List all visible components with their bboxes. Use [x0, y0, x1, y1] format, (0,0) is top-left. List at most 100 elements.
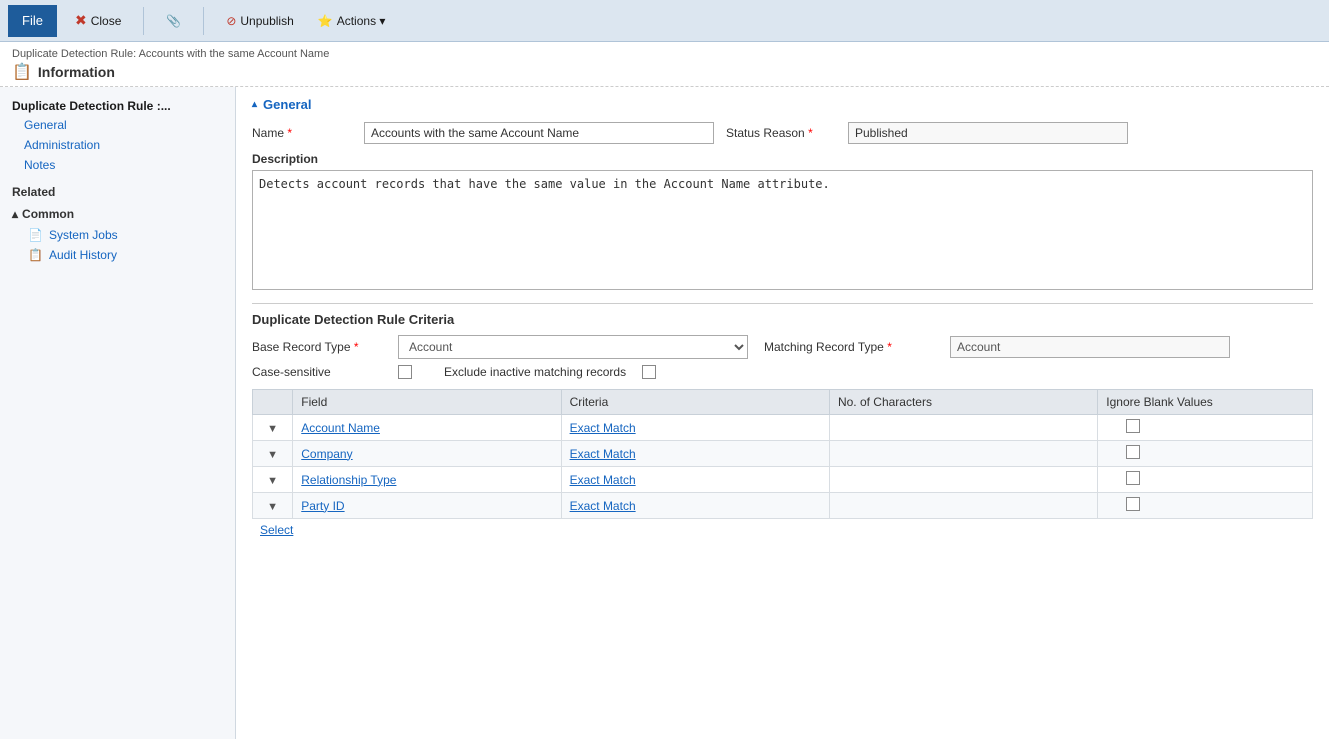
sidebar-rule-title: Duplicate Detection Rule :... [0, 95, 235, 115]
row-field: Company [293, 441, 561, 467]
ignore-blank-checkbox[interactable] [1126, 471, 1140, 485]
ignore-blank-checkbox[interactable] [1126, 497, 1140, 511]
exclude-inactive-label: Exclude inactive matching records [444, 365, 626, 379]
unpublish-button[interactable]: ⊘ Unpublish [220, 12, 299, 30]
col-header-chevron [253, 390, 293, 415]
close-icon: ✖ [75, 12, 87, 29]
row-field: Party ID [293, 493, 561, 519]
separator-2 [203, 7, 204, 35]
row-criteria: Exact Match [561, 493, 829, 519]
audit-history-icon: 📋 [28, 248, 43, 262]
common-collapse-icon: ▴ [12, 207, 18, 221]
system-jobs-icon: 📄 [28, 228, 43, 242]
row-expand-btn[interactable]: ▼ [267, 449, 278, 461]
page-title: Information [38, 64, 115, 80]
criteria-title: Duplicate Detection Rule Criteria [252, 303, 1313, 327]
ignore-blank-checkbox[interactable] [1126, 419, 1140, 433]
col-header-field: Field [293, 390, 561, 415]
status-reason-input[interactable] [848, 122, 1128, 144]
description-textarea[interactable]: Detects account records that have the sa… [252, 170, 1313, 290]
toolbar: File ✖ Close 📎 ⊘ Unpublish ⭐ Actions ▾ [0, 0, 1329, 42]
col-header-criteria: Criteria [561, 390, 829, 415]
row-field: Account Name [293, 415, 561, 441]
breadcrumb: Duplicate Detection Rule: Accounts with … [12, 48, 1317, 60]
file-button[interactable]: File [8, 5, 57, 37]
general-section-label: General [263, 97, 311, 112]
field-link[interactable]: Company [301, 447, 352, 461]
row-ignore-blank [1098, 415, 1313, 441]
select-link[interactable]: Select [260, 523, 293, 537]
matching-record-input [950, 336, 1230, 358]
case-sensitive-row: Case-sensitive Exclude inactive matching… [252, 365, 1313, 379]
base-record-row: Base Record Type * Account Matching Reco… [252, 335, 1313, 359]
row-expand-btn[interactable]: ▼ [267, 501, 278, 513]
col-header-blank: Ignore Blank Values [1098, 390, 1313, 415]
name-row: Name * Status Reason * [252, 122, 1313, 144]
row-chars [829, 493, 1097, 519]
common-section-label: ▴ Common [0, 203, 235, 225]
row-chars [829, 441, 1097, 467]
field-link[interactable]: Account Name [301, 421, 380, 435]
case-sensitive-label: Case-sensitive [252, 365, 382, 379]
row-chevron: ▼ [253, 415, 293, 441]
content-area: ▴ General Name * Status Reason * Descrip… [236, 87, 1329, 739]
name-required: * [287, 126, 292, 140]
general-section-header: ▴ General [252, 97, 1313, 112]
criteria-link[interactable]: Exact Match [570, 473, 636, 487]
row-chevron: ▼ [253, 467, 293, 493]
related-label: Related [0, 175, 235, 203]
sidebar-item-audit-history[interactable]: 📋 Audit History [0, 245, 235, 265]
general-collapse-icon: ▴ [252, 99, 257, 110]
row-ignore-blank [1098, 441, 1313, 467]
field-link[interactable]: Relationship Type [301, 473, 396, 487]
sidebar-item-general[interactable]: General [0, 115, 235, 135]
attachment-button[interactable]: 📎 [160, 12, 187, 30]
row-ignore-blank [1098, 493, 1313, 519]
field-link[interactable]: Party ID [301, 499, 344, 513]
base-record-label: Base Record Type * [252, 340, 382, 354]
table-row: ▼ Relationship Type Exact Match [253, 467, 1313, 493]
close-button[interactable]: ✖ Close [69, 10, 127, 31]
attachment-icon: 📎 [166, 14, 181, 28]
row-field: Relationship Type [293, 467, 561, 493]
row-chevron: ▼ [253, 493, 293, 519]
matching-record-label: Matching Record Type * [764, 340, 934, 354]
page-title-bar: 📋 Information [12, 62, 1317, 82]
exclude-inactive-checkbox[interactable] [642, 365, 656, 379]
criteria-form: Base Record Type * Account Matching Reco… [252, 335, 1313, 379]
sidebar-item-system-jobs[interactable]: 📄 System Jobs [0, 225, 235, 245]
page-icon: 📋 [12, 62, 32, 82]
header-area: Duplicate Detection Rule: Accounts with … [0, 42, 1329, 87]
status-required: * [808, 126, 813, 140]
row-criteria: Exact Match [561, 467, 829, 493]
name-label: Name * [252, 126, 352, 140]
criteria-link[interactable]: Exact Match [570, 447, 636, 461]
actions-button[interactable]: ⭐ Actions ▾ [312, 12, 392, 30]
sidebar-item-administration[interactable]: Administration [0, 135, 235, 155]
unpublish-icon: ⊘ [226, 14, 236, 28]
row-chevron: ▼ [253, 441, 293, 467]
main-layout: Duplicate Detection Rule :... General Ad… [0, 87, 1329, 739]
criteria-link[interactable]: Exact Match [570, 499, 636, 513]
row-expand-btn[interactable]: ▼ [267, 423, 278, 435]
sidebar: Duplicate Detection Rule :... General Ad… [0, 87, 236, 739]
ignore-blank-checkbox[interactable] [1126, 445, 1140, 459]
name-input[interactable] [364, 122, 714, 144]
row-criteria: Exact Match [561, 441, 829, 467]
case-sensitive-checkbox[interactable] [398, 365, 412, 379]
criteria-link[interactable]: Exact Match [570, 421, 636, 435]
actions-icon: ⭐ [318, 14, 333, 28]
row-ignore-blank [1098, 467, 1313, 493]
row-chars [829, 467, 1097, 493]
criteria-table: Field Criteria No. of Characters Ignore … [252, 389, 1313, 519]
sidebar-item-notes[interactable]: Notes [0, 155, 235, 175]
row-expand-btn[interactable]: ▼ [267, 475, 278, 487]
status-reason-label: Status Reason * [726, 126, 836, 140]
description-label: Description [252, 152, 1313, 166]
separator-1 [143, 7, 144, 35]
col-header-chars: No. of Characters [829, 390, 1097, 415]
select-row: Select [252, 519, 1313, 541]
row-criteria: Exact Match [561, 415, 829, 441]
table-row: ▼ Account Name Exact Match [253, 415, 1313, 441]
base-record-select[interactable]: Account [398, 335, 748, 359]
